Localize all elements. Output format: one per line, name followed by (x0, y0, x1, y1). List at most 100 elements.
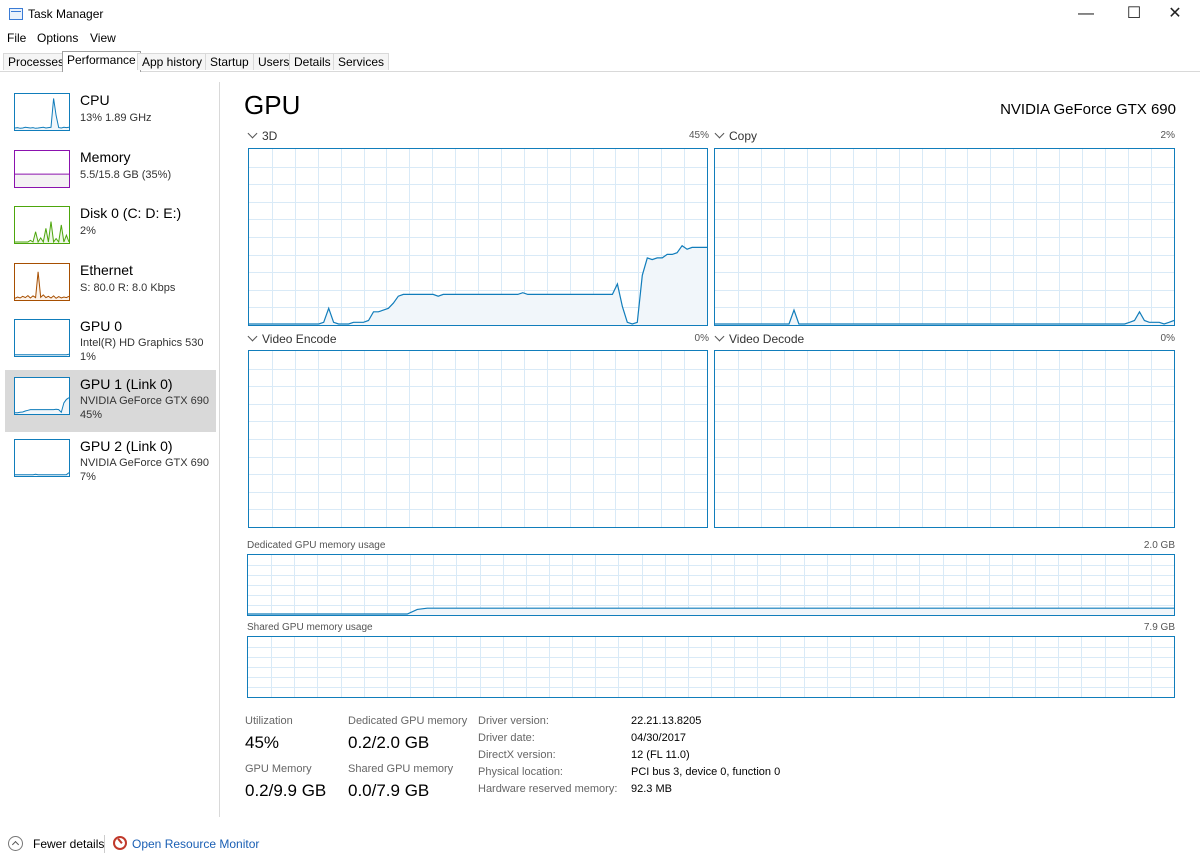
tab-strip: Processes Performance App history Startu… (0, 51, 1200, 72)
driver-version-key: Driver version: (478, 715, 549, 727)
gpu2-thumbnail-graph (14, 439, 70, 477)
thumbnail-line (15, 472, 69, 476)
graph-copy-svg (715, 149, 1174, 325)
gpu0-thumbnail-graph (14, 319, 70, 357)
graph-enc-svg (249, 351, 707, 527)
gpu-device-name: NVIDIA GeForce GTX 690 (1000, 101, 1176, 118)
tab-services[interactable]: Services (333, 53, 390, 70)
window-title: Task Manager (28, 7, 104, 21)
engine-video-encode-label[interactable]: Video Encode (247, 331, 337, 346)
engine-video-decode-label[interactable]: Video Decode (714, 331, 804, 346)
engine-copy-percent: 2% (1160, 130, 1175, 141)
engine-video-decode-percent: 0% (1160, 333, 1175, 344)
sidebar-item-usage: 45% (80, 409, 103, 421)
sidebar-item-ethernet[interactable]: Ethernet S: 80.0 R: 8.0 Kbps (5, 256, 216, 318)
performance-sidebar: CPU 13% 1.89 GHz Memory 5.5/15.8 GB (35%… (0, 82, 220, 817)
thumbnail-svg (15, 221, 69, 243)
gpu1-thumbnail-graph (14, 377, 70, 415)
sidebar-item-gpu2[interactable]: GPU 2 (Link 0) NVIDIA GeForce GTX 690 7% (5, 432, 216, 494)
physical-location-value: PCI bus 3, device 0, function 0 (631, 766, 781, 778)
thumbnail-line (15, 271, 69, 299)
graph-dec-svg (715, 351, 1174, 527)
dedicated-memory-label: Dedicated GPU memory usage (247, 540, 386, 551)
utilization-label: Utilization (245, 715, 293, 727)
thumbnail-line (15, 98, 69, 129)
shared-memory-label: Shared GPU memory usage (247, 622, 373, 633)
graph-3d-svg (249, 149, 707, 325)
thumbnail-area (15, 98, 69, 130)
ethernet-thumbnail-graph (14, 263, 70, 301)
open-resource-monitor-link[interactable]: Open Resource Monitor (132, 837, 259, 851)
tab-startup[interactable]: Startup (205, 53, 254, 70)
dedicated-memory-stat-value: 0.2/2.0 GB (348, 733, 430, 752)
directx-version-key: DirectX version: (478, 749, 556, 761)
sidebar-item-detail: 5.5/15.8 GB (35%) (80, 169, 172, 181)
menu-bar: File Options View (0, 30, 1200, 48)
sidebar-item-disk[interactable]: Disk 0 (C: D: E:) 2% (5, 199, 216, 261)
chevron-up-icon[interactable] (8, 836, 23, 851)
sidebar-item-detail: 2% (80, 225, 96, 237)
engine-video-encode-percent: 0% (694, 333, 709, 344)
chevron-down-icon (714, 331, 725, 342)
menu-file[interactable]: File (7, 31, 26, 45)
reserved-memory-value: 92.3 MB (631, 783, 672, 795)
dedicated-memory-stat-label: Dedicated GPU memory (348, 715, 468, 727)
thumbnail-svg (15, 271, 69, 300)
sidebar-item-usage: 1% (80, 351, 96, 363)
footer-bar: Fewer details Open Resource Monitor (0, 829, 1200, 859)
sidebar-item-gpu0[interactable]: GPU 0 Intel(R) HD Graphics 530 1% (5, 312, 216, 374)
shared-memory-stat-value: 0.0/7.9 GB (348, 781, 430, 800)
engine-video-encode-graph (248, 350, 708, 528)
gpu-memory-value: 0.2/9.9 GB (245, 781, 327, 800)
engine-copy-graph (714, 148, 1175, 326)
footer-divider (104, 835, 105, 853)
thumbnail-svg (15, 472, 69, 476)
directx-version-value: 12 (FL 11.0) (631, 749, 690, 761)
driver-date-value: 04/30/2017 (631, 732, 687, 744)
sidebar-item-memory[interactable]: Memory 5.5/15.8 GB (35%) (5, 143, 216, 205)
cpu-thumbnail-graph (14, 93, 70, 131)
thumbnail-svg (15, 397, 69, 414)
page-title: GPU (244, 90, 301, 120)
engine-3d-label[interactable]: 3D (247, 128, 277, 143)
dedicated-memory-max: 2.0 GB (1143, 540, 1175, 551)
physical-location-key: Physical location: (478, 766, 563, 778)
shared-memory-max: 7.9 GB (1143, 622, 1175, 633)
chevron-down-icon (247, 331, 258, 342)
sidebar-item-title: Ethernet (80, 262, 133, 278)
thumbnail-area (15, 174, 69, 187)
thumbnail-svg (15, 98, 69, 130)
sidebar-item-title: Memory (80, 149, 131, 165)
sidebar-item-detail: NVIDIA GeForce GTX 690 (80, 395, 209, 407)
tab-details[interactable]: Details (289, 53, 336, 70)
minimize-button[interactable]: — (1063, 0, 1109, 30)
fewer-details-link[interactable]: Fewer details (33, 837, 104, 851)
graph-ded-svg (248, 555, 1174, 615)
engine-video-decode-graph (714, 350, 1175, 528)
memory-thumbnail-graph (14, 150, 70, 188)
engine-3d-percent: 45% (688, 130, 709, 141)
gpu-memory-label: GPU Memory (245, 763, 312, 775)
engine-copy-label[interactable]: Copy (714, 128, 757, 143)
dedicated-memory-graph (247, 554, 1175, 616)
resource-monitor-icon[interactable] (113, 836, 127, 850)
sidebar-item-title: GPU 1 (Link 0) (80, 376, 173, 392)
tab-processes[interactable]: Processes (3, 53, 70, 70)
maximize-button[interactable]: ☐ (1111, 0, 1157, 30)
close-button[interactable]: ✕ (1152, 0, 1198, 30)
title-bar: Task Manager — ☐ ✕ (0, 0, 1200, 30)
sidebar-item-title: Disk 0 (C: D: E:) (80, 205, 182, 221)
sidebar-item-gpu1[interactable]: GPU 1 (Link 0) NVIDIA GeForce GTX 690 45… (5, 370, 216, 432)
shared-memory-graph (247, 636, 1175, 698)
tab-app-history[interactable]: App history (137, 53, 208, 70)
tab-performance[interactable]: Performance (62, 51, 141, 72)
driver-version-value: 22.21.13.8205 (631, 715, 702, 727)
menu-view[interactable]: View (90, 31, 116, 45)
driver-date-key: Driver date: (478, 732, 535, 744)
sidebar-item-cpu[interactable]: CPU 13% 1.89 GHz (5, 86, 216, 148)
sidebar-item-detail: S: 80.0 R: 8.0 Kbps (80, 282, 176, 294)
shared-memory-stat-label: Shared GPU memory (348, 763, 454, 775)
utilization-value: 45% (245, 733, 280, 752)
menu-options[interactable]: Options (37, 31, 78, 45)
engine-3d-graph (248, 148, 708, 326)
